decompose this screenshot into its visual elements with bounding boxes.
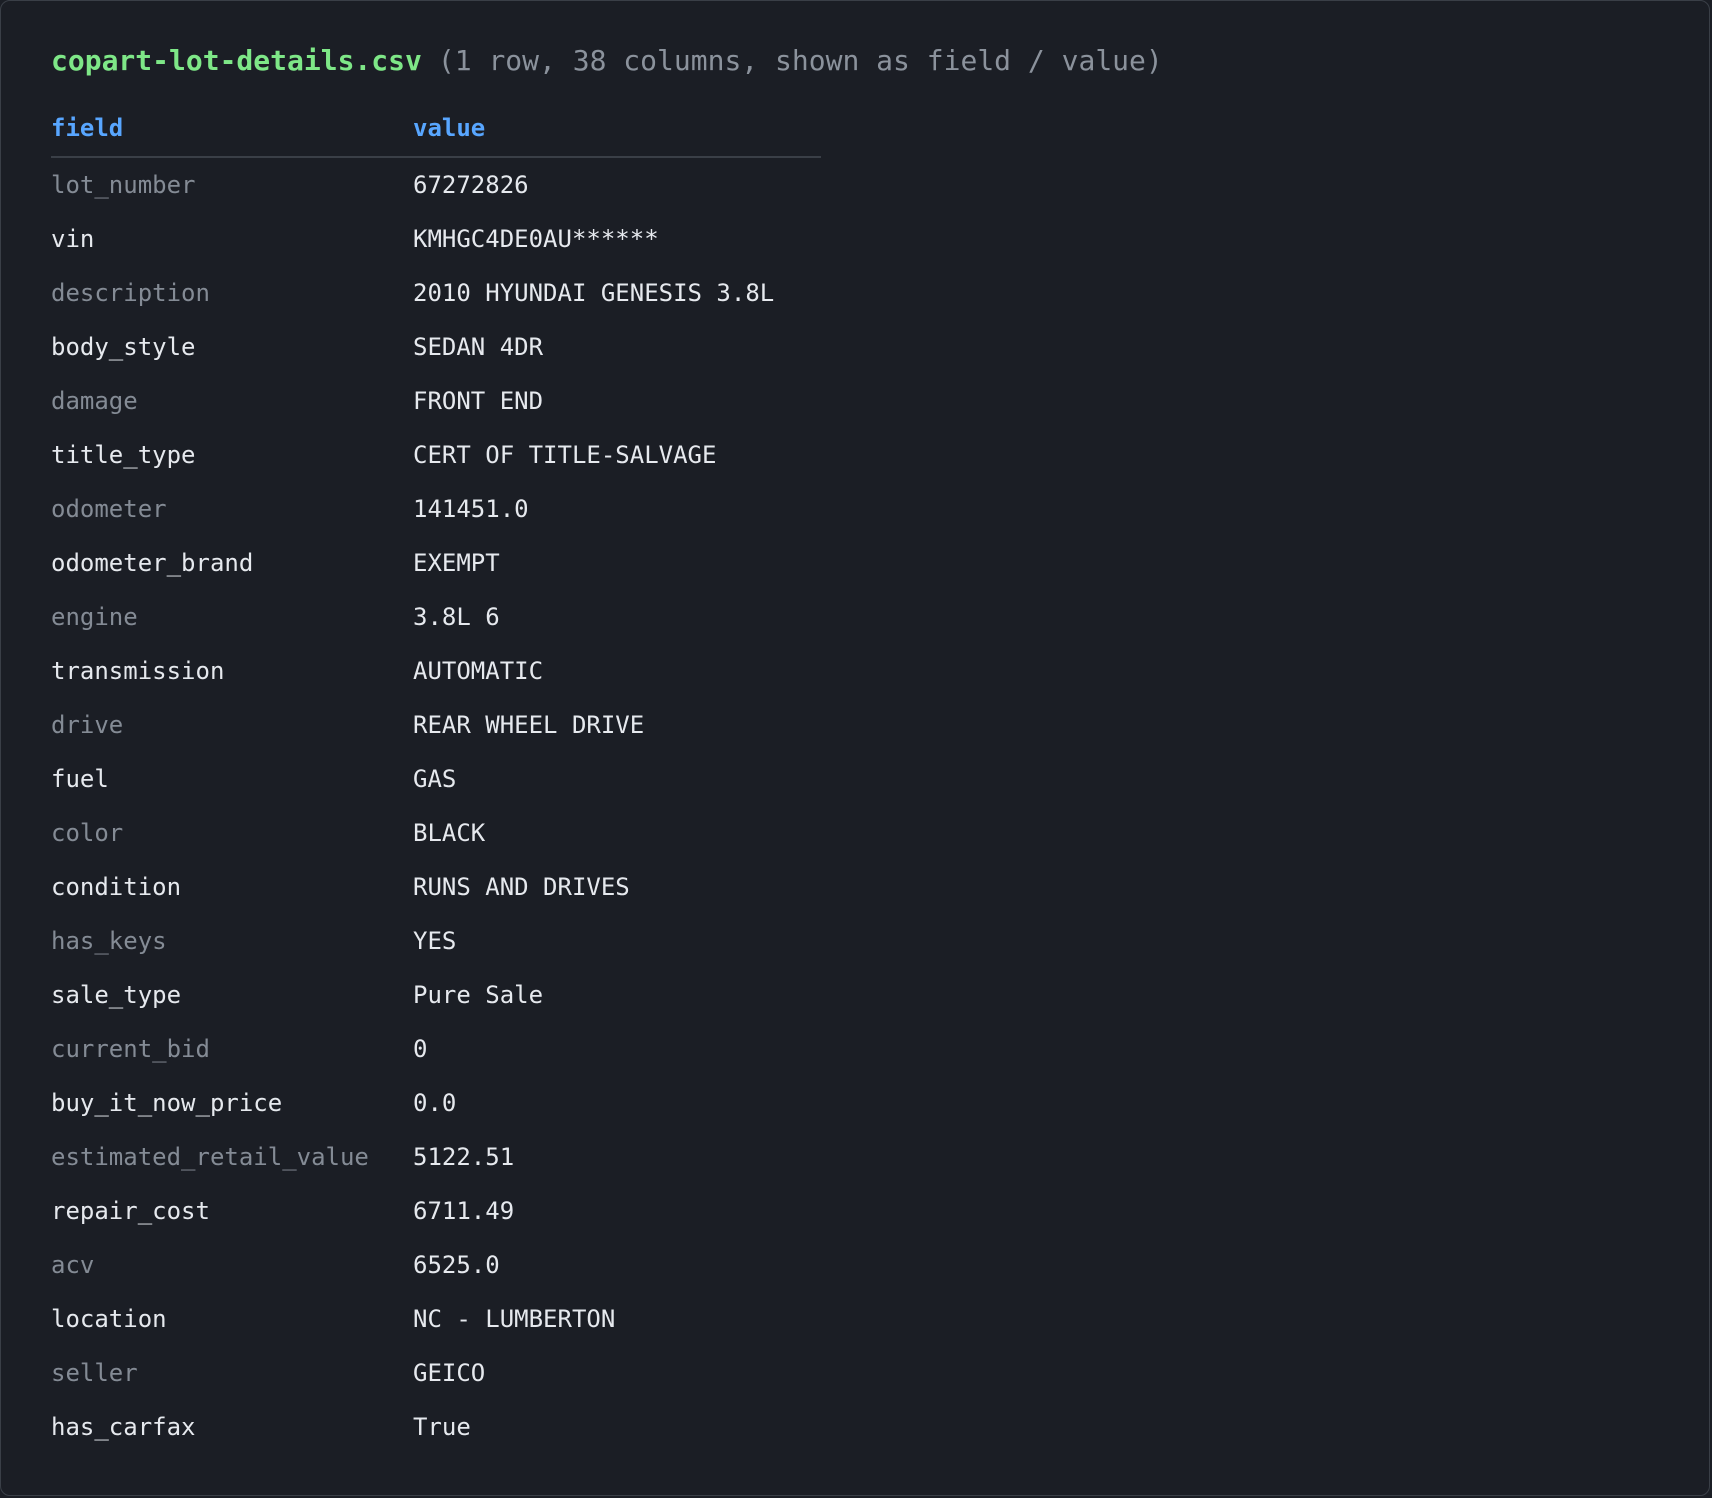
field-value-cell: YES bbox=[413, 927, 457, 955]
field-name-cell: engine bbox=[51, 603, 138, 631]
table-row: title_type CERT OF TITLE-SALVAGE bbox=[51, 428, 821, 482]
field-name-cell: seller bbox=[51, 1359, 138, 1387]
field-name-cell: vin bbox=[51, 225, 95, 253]
field-name-cell: repair_cost bbox=[51, 1197, 210, 1225]
field-value-cell: 67272826 bbox=[413, 171, 529, 199]
field-name-cell: location bbox=[51, 1305, 167, 1333]
table-header-row: field value bbox=[51, 100, 821, 158]
csv-preview-panel: copart-lot-details.csv (1 row, 38 columns… bbox=[0, 0, 1710, 1496]
table-row: condition RUNS AND DRIVES bbox=[51, 860, 821, 914]
field-name-cell: has_carfax bbox=[51, 1413, 196, 1441]
field-value-cell: REAR WHEEL DRIVE bbox=[413, 711, 645, 739]
field-name-cell: buy_it_now_price bbox=[51, 1089, 283, 1117]
field-value-cell: SEDAN 4DR bbox=[413, 333, 544, 361]
column-header-field: field bbox=[51, 114, 124, 142]
field-value-cell: NC - LUMBERTON bbox=[413, 1305, 616, 1333]
field-name-cell: drive bbox=[51, 711, 124, 739]
field-value-cell: BLACK bbox=[413, 819, 486, 847]
field-value-cell: CERT OF TITLE-SALVAGE bbox=[413, 441, 717, 469]
table-row: estimated_retail_value 5122.51 bbox=[51, 1130, 821, 1184]
field-value-cell: 5122.51 bbox=[413, 1143, 515, 1171]
field-value-cell: True bbox=[413, 1413, 471, 1441]
table-row: damage FRONT END bbox=[51, 374, 821, 428]
table-row: has_keys YES bbox=[51, 914, 821, 968]
field-value-cell: 2010 HYUNDAI GENESIS 3.8L bbox=[413, 279, 775, 307]
field-name-cell: odometer bbox=[51, 495, 167, 523]
table-body: lot_number 67272826 vin KMHGC4DE0AU****** de… bbox=[51, 158, 821, 1454]
table-row: seller GEICO bbox=[51, 1346, 821, 1400]
file-name: copart-lot-details.csv bbox=[51, 44, 422, 77]
field-value-cell: RUNS AND DRIVES bbox=[413, 873, 630, 901]
table-row: color BLACK bbox=[51, 806, 821, 860]
table-row: odometer 141451.0 bbox=[51, 482, 821, 536]
table-row: drive REAR WHEEL DRIVE bbox=[51, 698, 821, 752]
field-value-cell: GAS bbox=[413, 765, 457, 793]
file-header: copart-lot-details.csv (1 row, 38 columns… bbox=[51, 39, 1163, 83]
field-value-cell: AUTOMATIC bbox=[413, 657, 544, 685]
table-row: acv 6525.0 bbox=[51, 1238, 821, 1292]
field-value-cell: Pure Sale bbox=[413, 981, 544, 1009]
field-value-table: field value lot_number 67272826 vin KMHGC4D… bbox=[51, 100, 821, 1454]
field-value-cell: 0 bbox=[413, 1035, 428, 1063]
field-name-cell: odometer_brand bbox=[51, 549, 254, 577]
field-name-cell: condition bbox=[51, 873, 182, 901]
table-row: vin KMHGC4DE0AU****** bbox=[51, 212, 821, 266]
field-name-cell: lot_number bbox=[51, 171, 196, 199]
field-name-cell: current_bid bbox=[51, 1035, 210, 1063]
field-name-cell: damage bbox=[51, 387, 138, 415]
field-value-cell: EXEMPT bbox=[413, 549, 500, 577]
field-value-cell: 3.8L 6 bbox=[413, 603, 500, 631]
table-row: lot_number 67272826 bbox=[51, 158, 821, 212]
table-row: engine 3.8L 6 bbox=[51, 590, 821, 644]
field-name-cell: title_type bbox=[51, 441, 196, 469]
table-row: current_bid 0 bbox=[51, 1022, 821, 1076]
field-name-cell: fuel bbox=[51, 765, 109, 793]
field-value-cell: GEICO bbox=[413, 1359, 486, 1387]
field-name-cell: acv bbox=[51, 1251, 95, 1279]
table-row: location NC - LUMBERTON bbox=[51, 1292, 821, 1346]
field-name-cell: body_style bbox=[51, 333, 196, 361]
table-row: fuel GAS bbox=[51, 752, 821, 806]
field-value-cell: 0.0 bbox=[413, 1089, 457, 1117]
table-row: description 2010 HYUNDAI GENESIS 3.8L bbox=[51, 266, 821, 320]
table-row: sale_type Pure Sale bbox=[51, 968, 821, 1022]
field-value-cell: 6525.0 bbox=[413, 1251, 500, 1279]
file-summary: (1 row, 38 columns, shown as field / val… bbox=[437, 44, 1163, 77]
table-row: repair_cost 6711.49 bbox=[51, 1184, 821, 1238]
field-value-cell: FRONT END bbox=[413, 387, 544, 415]
field-name-cell: estimated_retail_value bbox=[51, 1143, 369, 1171]
table-row: odometer_brand EXEMPT bbox=[51, 536, 821, 590]
field-value-cell: KMHGC4DE0AU****** bbox=[413, 225, 659, 253]
field-name-cell: has_keys bbox=[51, 927, 167, 955]
table-row: has_carfax True bbox=[51, 1400, 821, 1454]
field-name-cell: color bbox=[51, 819, 124, 847]
table-row: buy_it_now_price 0.0 bbox=[51, 1076, 821, 1130]
field-name-cell: sale_type bbox=[51, 981, 182, 1009]
field-value-cell: 141451.0 bbox=[413, 495, 529, 523]
field-name-cell: transmission bbox=[51, 657, 225, 685]
table-row: body_style SEDAN 4DR bbox=[51, 320, 821, 374]
column-header-value: value bbox=[413, 114, 486, 142]
table-row: transmission AUTOMATIC bbox=[51, 644, 821, 698]
field-name-cell: description bbox=[51, 279, 210, 307]
field-value-cell: 6711.49 bbox=[413, 1197, 515, 1225]
